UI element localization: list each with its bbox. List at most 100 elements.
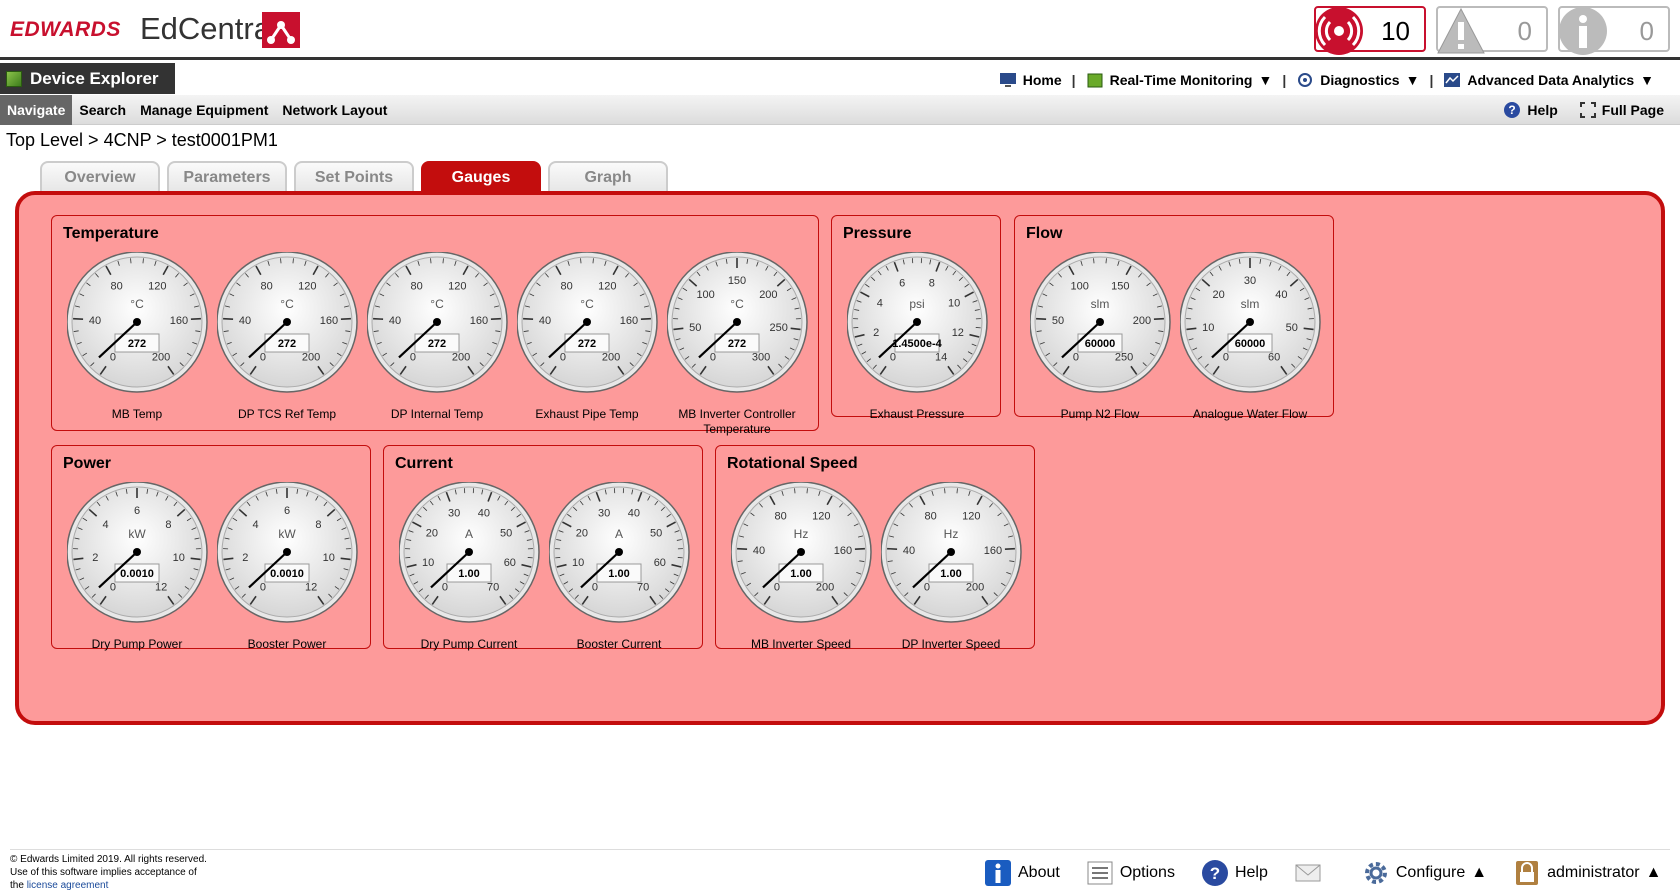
group-title: Pressure: [843, 225, 912, 242]
tick-label: 14: [935, 351, 947, 363]
tick-label: 80: [925, 510, 937, 522]
gauge-label: Booster Power: [247, 637, 327, 651]
help-link[interactable]: ? Help: [1503, 101, 1558, 119]
subnav-network-layout[interactable]: Network Layout: [275, 95, 394, 125]
mail-icon: [1295, 864, 1321, 882]
gauge-value: 272: [578, 338, 596, 350]
top-navigation: Home | Real-Time Monitoring ▼ | Diagnost…: [993, 70, 1660, 90]
major-tick: [190, 317, 201, 320]
tick-label: 6: [134, 505, 140, 517]
minor-tick: [580, 258, 582, 264]
tick-label: 0: [260, 351, 266, 363]
gauge-label: Analogue Water Flow: [1192, 407, 1308, 421]
full-page-label: Full Page: [1601, 102, 1664, 118]
info-counter[interactable]: 0: [1558, 6, 1670, 55]
needle-hub: [583, 318, 591, 326]
tick-label: 80: [411, 280, 423, 292]
edcentra-logo-mark-icon: [262, 12, 300, 48]
tab-parameters[interactable]: Parameters: [167, 161, 287, 192]
license-agreement-link[interactable]: license agreement: [27, 880, 109, 891]
subnav-navigate[interactable]: Navigate: [0, 95, 73, 125]
alarm-counter[interactable]: 10: [1314, 6, 1426, 55]
gauge-label: DP Internal Temp: [390, 407, 484, 421]
gauge-dial: 0 10 20 30 40 50 60 70 A 1.00: [399, 482, 540, 623]
major-tick: [523, 317, 534, 320]
tab-gauges[interactable]: Gauges: [421, 161, 541, 192]
gauge-value: 1.4500e-4: [892, 338, 942, 350]
user-menu[interactable]: administrator ▲: [1513, 859, 1661, 887]
tick-label: 150: [728, 275, 746, 287]
tick-label: 4: [103, 519, 109, 531]
tick-label: 8: [165, 519, 171, 531]
tick-label: 0: [110, 581, 116, 593]
tick-label: 40: [539, 315, 551, 327]
major-tick: [373, 317, 384, 320]
tick-label: 30: [598, 508, 610, 520]
major-tick: [490, 317, 501, 320]
tick-label: 40: [389, 315, 401, 327]
gauge-unit: °C: [280, 297, 294, 311]
monitor-icon: [999, 73, 1016, 87]
tick-label: 250: [770, 322, 788, 334]
tick-label: 40: [753, 545, 765, 557]
nav-separator: |: [1429, 72, 1434, 88]
gauge-value: 272: [428, 338, 446, 350]
gauge-group-flow: Flow 0 50 100 150 200 250 slm 60000 Pump N2 Flow 0…: [1014, 215, 1334, 421]
chevron-up-icon: ▲: [1471, 864, 1488, 881]
options-button[interactable]: Options: [1086, 859, 1175, 887]
tick-label: 80: [261, 280, 273, 292]
gauge-dial: 0 40 80 120 160 200 °C 272: [217, 252, 358, 393]
gauge-unit: A: [615, 527, 623, 541]
tick-label: 160: [620, 315, 638, 327]
nav-separator: |: [1282, 72, 1287, 88]
footer-help-button[interactable]: ? Help: [1201, 859, 1268, 887]
tick-label: 0: [560, 351, 566, 363]
edcentra-logo: EdCentra: [140, 11, 271, 46]
tab-set-points[interactable]: Set Points: [294, 161, 414, 192]
gauges-panel: Temperature 0 40 80 120 160 200 °C 272 MB Temp 0 40…: [15, 191, 1665, 725]
device-cube-icon: [1087, 73, 1103, 88]
tick-label: 0: [1223, 351, 1229, 363]
messages-button[interactable]: [1294, 859, 1322, 887]
gauge-group-temperature: Temperature 0 40 80 120 160 200 °C 272 MB Temp 0 40…: [51, 215, 819, 436]
full-page-link[interactable]: Full Page: [1579, 101, 1664, 119]
warning-counter[interactable]: 0: [1436, 6, 1548, 54]
help-icon: ?: [1504, 102, 1521, 118]
options-list-icon: [1087, 861, 1113, 885]
tick-label: 4: [253, 519, 259, 531]
tab-overview[interactable]: Overview: [40, 161, 160, 192]
gauge-unit: Hz: [944, 527, 959, 541]
gauge-dial: 0 50 100 150 200 250 slm 60000: [1030, 252, 1171, 393]
tick-label: 40: [903, 545, 915, 557]
major-tick: [887, 547, 898, 550]
nav-home[interactable]: Home: [993, 72, 1068, 88]
gauge-value: 60000: [1235, 338, 1266, 350]
needle-hub: [733, 318, 741, 326]
svg-text:?: ?: [1210, 864, 1220, 883]
tab-graph[interactable]: Graph: [548, 161, 668, 192]
nav-advanced-data-analytics[interactable]: Advanced Data Analytics ▼: [1437, 72, 1660, 88]
nav-diagnostics[interactable]: Diagnostics ▼: [1290, 72, 1425, 88]
tick-label: 50: [500, 527, 512, 539]
minor-tick: [794, 488, 796, 494]
gauge-unit: °C: [730, 297, 744, 311]
group-title: Current: [395, 455, 453, 472]
tick-label: 60: [1268, 351, 1280, 363]
nav-realtime-monitoring[interactable]: Real-Time Monitoring ▼: [1080, 72, 1279, 88]
major-tick: [73, 317, 84, 320]
subnav-search[interactable]: Search: [72, 95, 133, 125]
tick-label: 20: [576, 527, 588, 539]
gauge-dial: 0 40 80 120 160 200 Hz 1.00: [731, 482, 872, 623]
tick-label: 150: [1111, 280, 1129, 292]
about-button[interactable]: About: [984, 859, 1060, 887]
tab-strip: Overview Parameters Set Points Gauges Gr…: [40, 161, 668, 192]
gear-icon: [1364, 862, 1387, 884]
subnav-manage-equipment[interactable]: Manage Equipment: [133, 95, 275, 125]
tick-label: 40: [628, 508, 640, 520]
gauge-value: 0.0010: [120, 568, 154, 580]
tick-label: 200: [302, 351, 320, 363]
major-tick: [1004, 547, 1015, 550]
configure-menu[interactable]: Configure ▲: [1362, 859, 1487, 887]
needle-hub: [133, 318, 141, 326]
gauge-unit: slm: [1091, 297, 1110, 311]
